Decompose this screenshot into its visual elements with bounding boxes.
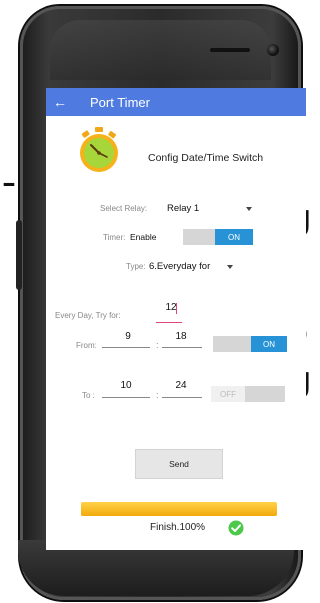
- timer-value: Enable: [130, 232, 157, 242]
- every-day-input[interactable]: 12: [158, 302, 184, 313]
- from-minute-underline: [162, 347, 202, 348]
- timer-label: Timer:: [103, 233, 126, 242]
- from-separator: :: [156, 340, 159, 350]
- send-button[interactable]: Send: [135, 449, 223, 479]
- to-label: To :: [82, 391, 95, 400]
- side-button: [16, 220, 22, 290]
- arrow-left-icon[interactable]: ←: [48, 88, 72, 116]
- text-cursor: [176, 303, 177, 314]
- every-day-underline: [156, 322, 182, 323]
- toggle-on-label: ON: [215, 229, 253, 245]
- to-separator: :: [156, 390, 159, 400]
- status-text: Finish.100%: [150, 522, 206, 533]
- to-hour-input[interactable]: 10: [108, 380, 144, 391]
- from-minute-input[interactable]: 18: [166, 331, 196, 342]
- chevron-down-icon[interactable]: [227, 265, 233, 269]
- background-glyph: ـ: [4, 155, 14, 195]
- app-bar: ← Port Timer: [46, 88, 306, 116]
- progress-fill: [81, 502, 277, 516]
- stopwatch-icon: [80, 127, 118, 172]
- from-toggle[interactable]: ON: [213, 336, 287, 352]
- type-label: Type:: [126, 262, 146, 271]
- progress-bar: [81, 502, 277, 516]
- config-title: Config Date/Time Switch: [148, 152, 264, 164]
- relay-select[interactable]: Relay 1: [167, 203, 199, 214]
- to-minute-input[interactable]: 24: [166, 380, 196, 391]
- speaker-grille: [210, 48, 250, 52]
- from-label: From:: [76, 341, 97, 350]
- from-hour-input[interactable]: 9: [110, 331, 146, 342]
- relay-label: Select Relay:: [100, 204, 148, 213]
- to-hour-underline: [102, 397, 150, 398]
- app-title: Port Timer: [90, 94, 150, 110]
- to-minute-underline: [162, 397, 202, 398]
- to-toggle[interactable]: OFF: [211, 386, 285, 402]
- app-screen: ← Port Timer Config Date/Time Switch Sel…: [46, 88, 306, 550]
- front-camera-icon: [267, 44, 279, 56]
- timer-toggle[interactable]: ON: [183, 229, 253, 245]
- from-hour-underline: [102, 347, 150, 348]
- chevron-down-icon[interactable]: [246, 207, 252, 211]
- toggle-on-label: ON: [251, 336, 287, 352]
- type-select[interactable]: 6.Everyday for: [149, 261, 210, 272]
- toggle-off-label: OFF: [211, 386, 245, 402]
- every-day-label: Every Day, Try for:: [55, 311, 121, 320]
- check-circle-icon: [228, 520, 244, 536]
